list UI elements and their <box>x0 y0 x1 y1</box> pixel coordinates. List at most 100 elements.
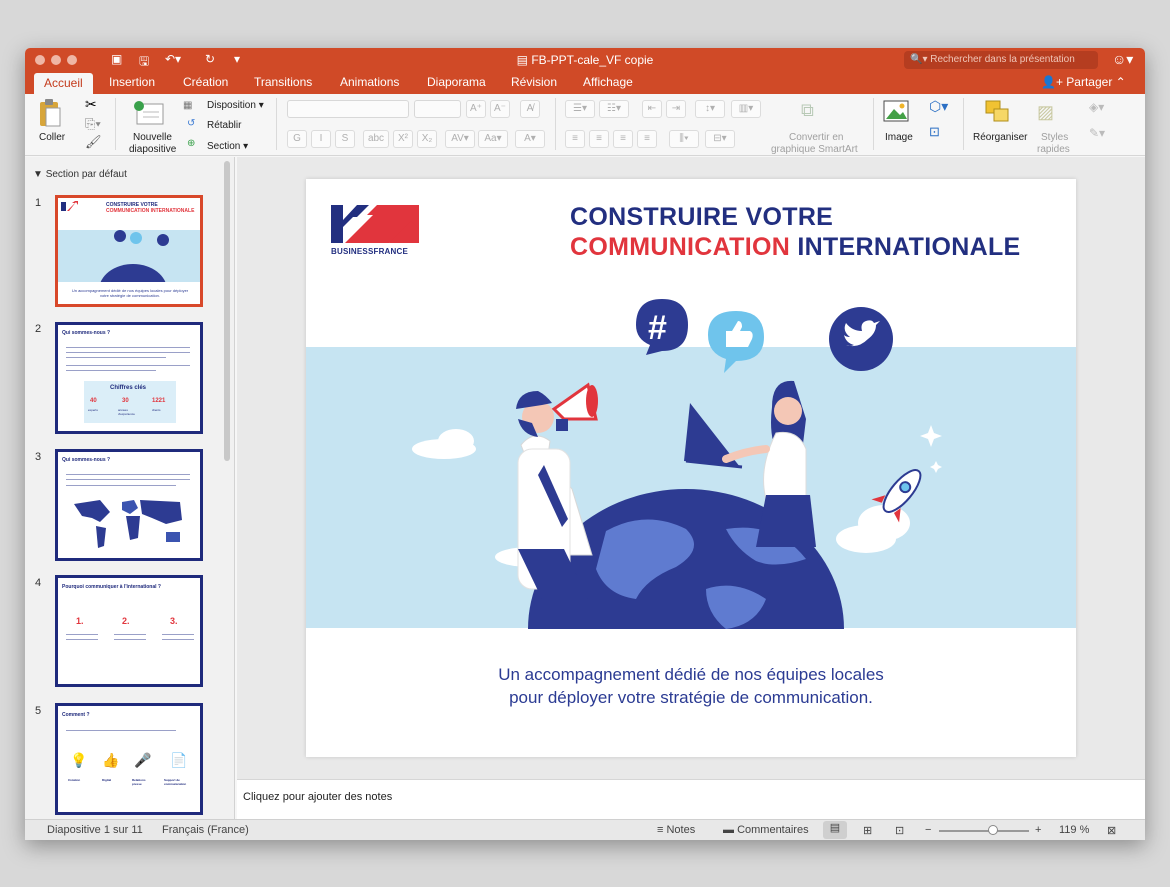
normal-view-icon[interactable]: ▤ <box>823 821 847 839</box>
quick-styles-icon[interactable]: ▨ <box>1037 102 1054 123</box>
text-direction-icon[interactable]: ⫼▾ <box>669 130 699 148</box>
font-color-icon[interactable]: A▾ <box>515 130 545 148</box>
underline-button[interactable]: S <box>335 130 355 148</box>
slide-thumbnail-2[interactable]: Qui sommes-nous ? Chiffres clés 40 30 12… <box>55 322 203 434</box>
arrange-button[interactable] <box>985 100 1011 124</box>
tab-revision[interactable]: Révision <box>511 75 557 89</box>
ribbon-separator <box>963 98 964 150</box>
quick-styles-label: Styles <box>1041 132 1069 143</box>
zoom-in-icon[interactable]: + <box>1035 824 1041 836</box>
slide-canvas: BUSINESSFRANCE CONSTRUIRE VOTRE COMMUNIC… <box>237 157 1145 779</box>
align-text-icon[interactable]: ⊟▾ <box>705 130 735 148</box>
tab-diaporama[interactable]: Diaporama <box>427 75 486 89</box>
current-slide[interactable]: BUSINESSFRANCE CONSTRUIRE VOTRE COMMUNIC… <box>306 179 1076 757</box>
image-button[interactable] <box>883 100 909 122</box>
slide-sorter-icon[interactable]: ⊞ <box>863 824 872 837</box>
new-slide-button[interactable] <box>133 100 167 126</box>
search-input[interactable]: 🔍▾ Rechercher dans la présentation <box>904 51 1098 69</box>
layout-label: Disposition <box>207 100 256 111</box>
language-indicator[interactable]: Français (France) <box>162 824 249 836</box>
zoom-slider[interactable] <box>939 830 1029 832</box>
slide-subtitle-line2: pour déployer votre stratégie de communi… <box>509 688 873 707</box>
columns-icon[interactable]: ▥▾ <box>731 100 761 118</box>
section-label: Section <box>207 141 241 152</box>
grow-font-icon[interactable]: A⁺ <box>466 100 486 118</box>
copy-icon[interactable]: ⎘▾ <box>85 116 101 132</box>
slide-thumbnail-1[interactable]: CONSTRUIRE VOTRE COMMUNICATION INTERNATI… <box>55 195 203 307</box>
add-person-icon: 👤+ <box>1041 75 1067 89</box>
text-box-icon[interactable]: ⊡ <box>929 124 940 140</box>
reset-button[interactable]: Rétablir <box>207 120 241 131</box>
sidebar-scrollbar[interactable] <box>224 161 230 461</box>
font-size-select[interactable] <box>414 100 461 118</box>
microphone-icon: 🎤 <box>134 752 152 768</box>
thumb-text-line <box>66 479 190 480</box>
shape-outline-icon[interactable]: ✎▾ <box>1089 126 1105 140</box>
document-icon: 📄 <box>170 752 188 768</box>
subscript-button[interactable]: X₂ <box>417 130 437 148</box>
numbering-icon[interactable]: ☷▾ <box>599 100 629 118</box>
shapes-icon[interactable]: ⬡▾ <box>929 98 948 115</box>
tab-accueil[interactable]: Accueil <box>34 73 93 94</box>
slide-number: 4 <box>35 577 42 589</box>
bullets-icon[interactable]: ☰▾ <box>565 100 595 118</box>
shrink-font-icon[interactable]: A⁻ <box>490 100 510 118</box>
status-bar: Diapositive 1 sur 11 Français (France) ≡… <box>25 819 1145 840</box>
zoom-slider-knob[interactable] <box>988 825 998 835</box>
thumb-caption: Un accompagnement dédié de nos équipes l… <box>71 288 189 298</box>
business-france-logo <box>331 205 419 243</box>
change-case-icon[interactable]: Aa▾ <box>478 130 508 148</box>
decrease-indent-icon[interactable]: ⇤ <box>642 100 662 118</box>
ribbon: Coller ✂ ⎘▾ 🖌 Nouvelle diapositive ▦ Dis… <box>25 94 1145 156</box>
align-center-icon[interactable]: ≡ <box>589 130 609 148</box>
smartart-icon[interactable]: ⧉ <box>801 100 814 121</box>
shape-fill-icon[interactable]: ◈▾ <box>1089 100 1104 114</box>
tab-affichage[interactable]: Affichage <box>583 75 633 89</box>
share-button[interactable]: 👤+ Partager ⌃ <box>1041 75 1126 89</box>
italic-button[interactable]: I <box>311 130 331 148</box>
character-spacing-icon[interactable]: AV▾ <box>445 130 475 148</box>
presenter-view-icon[interactable]: ⊡ <box>895 824 904 837</box>
fit-to-window-icon[interactable]: ⊠ <box>1107 824 1116 837</box>
zoom-out-icon[interactable]: − <box>925 824 931 836</box>
thumb-text-line <box>114 634 146 635</box>
clear-format-icon[interactable]: A̸ <box>520 100 540 118</box>
superscript-button[interactable]: X² <box>393 130 413 148</box>
tab-creation[interactable]: Création <box>183 75 228 89</box>
ribbon-separator <box>555 98 556 150</box>
slide-thumbnail-3[interactable]: Qui sommes-nous ? <box>55 449 203 561</box>
increase-indent-icon[interactable]: ⇥ <box>666 100 686 118</box>
thumb-stat-label: experts <box>88 408 98 412</box>
ribbon-separator <box>276 98 277 150</box>
thumb-icon-label: Support de communication <box>164 778 187 786</box>
zoom-level[interactable]: 119 % <box>1059 824 1089 836</box>
tab-insertion[interactable]: Insertion <box>109 75 155 89</box>
strikethrough-button[interactable]: abc <box>363 130 389 148</box>
quick-styles-label-2: rapides <box>1037 144 1070 155</box>
cut-icon[interactable]: ✂ <box>85 96 97 113</box>
line-spacing-icon[interactable]: ↕▾ <box>695 100 725 118</box>
align-right-icon[interactable]: ≡ <box>613 130 633 148</box>
thumb-text-line <box>66 485 176 486</box>
slide-thumbnail-4[interactable]: Pourquoi communiquer à l'international ?… <box>55 575 203 687</box>
powerpoint-window: ▣ 🖫 ↶▾ ↻ ▾ ▤ FB-PPT-cale_VF copie 🔍▾ Rec… <box>25 48 1145 840</box>
section-header[interactable]: ▼ Section par défaut <box>33 169 127 180</box>
paste-button[interactable] <box>37 98 63 128</box>
tab-transitions[interactable]: Transitions <box>254 75 312 89</box>
notes-field[interactable]: Cliquez pour ajouter des notes <box>237 779 1145 819</box>
slide-number: 3 <box>35 451 42 463</box>
thumb-icon-label: Digital <box>102 778 112 782</box>
font-family-select[interactable] <box>287 100 409 118</box>
clipboard-icon <box>40 99 61 127</box>
notes-toggle[interactable]: ≡ Notes <box>657 824 695 836</box>
slide-thumbnail-5[interactable]: Comment ? 💡 👍 🎤 📄 Création Digital Relat… <box>55 703 203 815</box>
bold-button[interactable]: G <box>287 130 307 148</box>
feedback-smiley-icon[interactable]: ☺▾ <box>1112 51 1133 68</box>
format-painter-icon[interactable]: 🖌 <box>85 134 102 150</box>
layout-button[interactable]: Disposition ▾ <box>207 100 264 111</box>
comments-toggle[interactable]: ▬ Commentaires <box>723 824 809 836</box>
tab-animations[interactable]: Animations <box>340 75 399 89</box>
align-left-icon[interactable]: ≡ <box>565 130 585 148</box>
section-button[interactable]: Section ▾ <box>207 141 248 152</box>
justify-icon[interactable]: ≡ <box>637 130 657 148</box>
